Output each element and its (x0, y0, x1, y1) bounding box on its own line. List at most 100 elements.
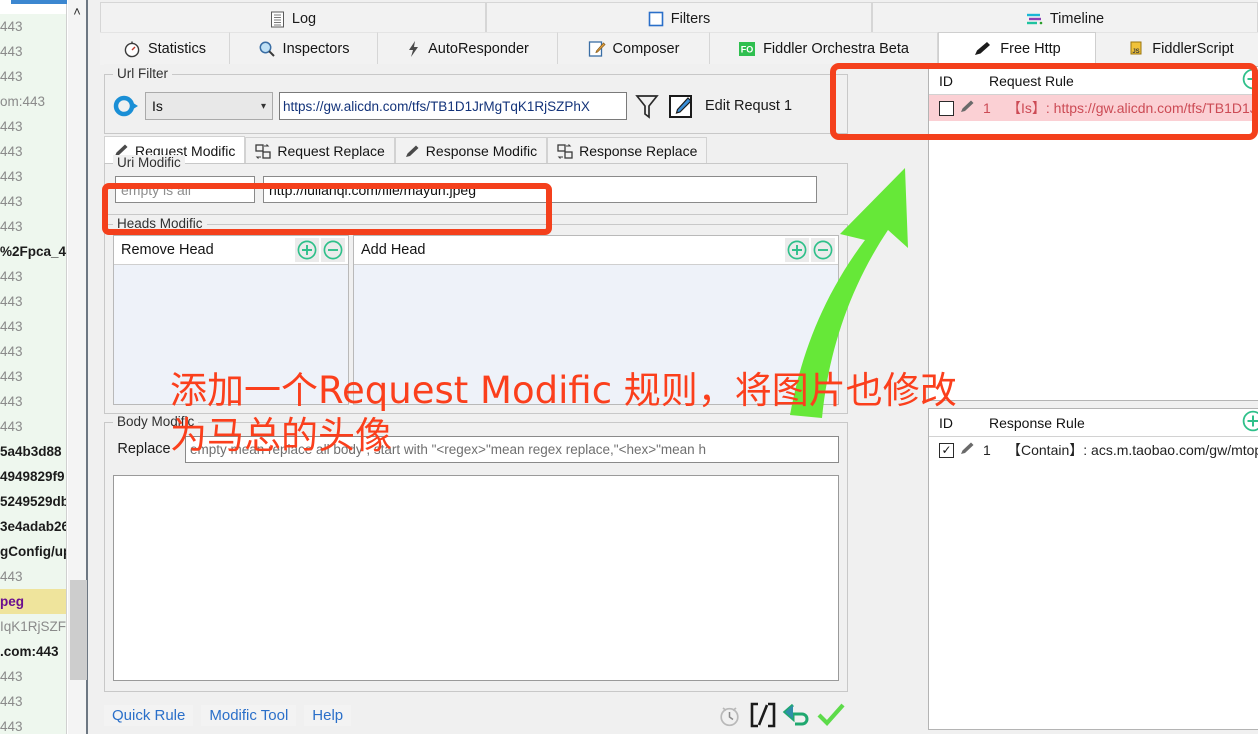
edit-pencil-icon[interactable] (667, 92, 695, 120)
session-list[interactable]: 443 443 443 om:443 443 443 443 443 443 %… (0, 14, 66, 734)
list-item[interactable]: 443 (0, 114, 66, 139)
filters-checkbox-icon (648, 11, 664, 27)
request-rule-checkbox[interactable] (939, 100, 954, 116)
composer-icon (588, 40, 606, 58)
undo-arrow-icon[interactable] (780, 700, 814, 730)
pencil-icon[interactable] (960, 99, 977, 117)
remove-head-panel[interactable]: Remove Head (113, 235, 349, 405)
top-tab-row-primary[interactable]: Log Filters Timeline (100, 2, 1258, 36)
list-item-selected[interactable]: peg (0, 589, 66, 614)
top-tab-row-secondary[interactable]: Statistics Inspectors AutoResponder Comp… (100, 32, 1258, 65)
list-item[interactable]: 443 (0, 364, 66, 389)
response-rule-add-button[interactable] (1241, 409, 1258, 436)
tab-fiddler-orchestra[interactable]: FO Fiddler Orchestra Beta (710, 32, 938, 65)
tab-fiddlerscript[interactable]: JS FiddlerScript (1096, 32, 1258, 65)
alarm-clock-icon[interactable] (712, 700, 746, 730)
list-item[interactable]: .com:443 (0, 639, 66, 664)
list-item[interactable]: 443 (0, 14, 66, 39)
add-head-remove-button[interactable] (811, 238, 835, 262)
list-item[interactable]: 5249529db (0, 489, 66, 514)
tab-composer[interactable]: Composer (558, 32, 710, 65)
table-row[interactable]: ✓ 1 【Contain】: acs.m.taobao.com/gw/mtop.… (929, 437, 1258, 463)
list-item[interactable]: 443 (0, 664, 66, 689)
request-rule-header: ID Request Rule (929, 67, 1258, 95)
request-rule-row-text: 【Is】: https://gw.alicdn.com/tfs/TB1D1Jr… (1007, 100, 1258, 116)
list-item[interactable]: 443 (0, 264, 66, 289)
uri-match-input[interactable]: empty is all (115, 176, 255, 203)
response-rule-checkbox[interactable]: ✓ (939, 442, 954, 458)
list-item[interactable]: gConfig/up (0, 539, 66, 564)
confirm-check-icon[interactable] (814, 700, 848, 730)
tab-fiddler-orchestra-label: Fiddler Orchestra Beta (763, 41, 909, 57)
list-item[interactable]: 443 (0, 139, 66, 164)
list-item[interactable]: 443 (0, 289, 66, 314)
list-item[interactable]: 5a4b3d88 (0, 439, 66, 464)
sub-tab-request-replace[interactable]: Request Replace (245, 137, 395, 164)
regex-brackets-icon[interactable] (746, 700, 780, 730)
scrollbar-thumb[interactable] (70, 580, 87, 680)
svg-text:JS: JS (1133, 49, 1140, 55)
list-item[interactable]: 443 (0, 64, 66, 89)
funnel-filter-icon[interactable] (633, 92, 661, 120)
help-link[interactable]: Help (304, 704, 352, 726)
list-item[interactable]: 443 (0, 714, 66, 734)
sub-tab-response-modific[interactable]: Response Modific (394, 137, 548, 164)
tab-filters[interactable]: Filters (486, 2, 872, 36)
sub-tab-response-replace[interactable]: Response Replace (547, 137, 708, 164)
tab-timeline-label: Timeline (1049, 11, 1105, 27)
match-mode-select[interactable]: Is ▾ (145, 92, 273, 120)
match-mode-value: Is (152, 98, 163, 114)
log-icon (270, 11, 285, 28)
url-filter-input[interactable]: https://gw.alicdn.com/tfs/TB1D1JrMgTqK1R… (279, 92, 627, 120)
tab-log[interactable]: Log (100, 2, 486, 36)
list-item[interactable]: 3e4adab26 (0, 514, 66, 539)
tab-statistics[interactable]: Statistics (100, 32, 230, 65)
uri-replace-input[interactable]: http://lulianqi.com/file/mayun.jpeg (263, 176, 817, 203)
tab-log-label: Log (291, 11, 317, 27)
body-replace-input[interactable]: empty mean replace all body , start with… (185, 435, 839, 463)
request-rule-col-id: ID (939, 72, 953, 89)
modific-sub-tabs[interactable]: Request Modific Request Replace Response… (104, 136, 848, 164)
chevron-down-icon: ▾ (260, 100, 266, 112)
list-item[interactable]: 4949829f9 (0, 464, 66, 489)
list-item[interactable]: 443 (0, 389, 66, 414)
modific-tool-link[interactable]: Modific Tool (201, 704, 297, 726)
fiddler-orchestra-icon: FO (738, 40, 756, 58)
edit-request-label: Edit Requst 1 (705, 98, 793, 114)
request-rule-col-name: Request Rule (989, 72, 1074, 89)
table-row[interactable]: 1 【Is】: https://gw.alicdn.com/tfs/TB1D1J… (929, 95, 1258, 121)
session-list-pane[interactable]: 443 443 443 om:443 443 443 443 443 443 %… (0, 0, 67, 734)
uri-modific-group: Uri Modific empty is all http://lulianqi… (104, 155, 848, 215)
remove-head-remove-button[interactable] (321, 238, 345, 262)
list-item[interactable]: 443 (0, 689, 66, 714)
list-item[interactable]: 443 (0, 189, 66, 214)
tab-inspectors-label: Inspectors (282, 41, 350, 57)
list-item[interactable]: 443 (0, 214, 66, 239)
tab-statistics-label: Statistics (147, 41, 206, 57)
body-content-textarea[interactable] (113, 475, 839, 681)
list-item[interactable]: 443 (0, 414, 66, 439)
list-item[interactable]: 443 (0, 339, 66, 364)
response-rule-col-name: Response Rule (989, 414, 1085, 431)
power-toggle-icon[interactable] (113, 93, 139, 119)
tab-inspectors[interactable]: Inspectors (230, 32, 378, 65)
pencil-icon[interactable] (960, 441, 977, 459)
tab-free-http[interactable]: Free Http (938, 32, 1096, 65)
remove-head-add-button[interactable] (295, 238, 319, 262)
list-item[interactable]: 443 (0, 314, 66, 339)
scroll-up-arrow-icon[interactable]: ˄ (68, 0, 86, 22)
list-item[interactable]: 443 (0, 164, 66, 189)
list-item[interactable]: 443 (0, 39, 66, 64)
free-http-pen-icon (973, 40, 993, 58)
tab-autoresponder[interactable]: AutoResponder (378, 32, 558, 65)
tab-timeline[interactable]: Timeline (872, 2, 1258, 36)
add-head-panel[interactable]: Add Head (353, 235, 839, 405)
list-item[interactable]: 443 (0, 564, 66, 589)
request-rule-add-button[interactable] (1241, 67, 1258, 94)
list-item[interactable]: IqK1RjSZFE (0, 614, 66, 639)
add-head-add-button[interactable] (785, 238, 809, 262)
quick-rule-link[interactable]: Quick Rule (104, 704, 194, 726)
session-list-scrollbar[interactable]: ˄ (67, 0, 88, 734)
list-item[interactable]: om:443 (0, 89, 66, 114)
list-item[interactable]: %2Fpca_4 (0, 239, 66, 264)
